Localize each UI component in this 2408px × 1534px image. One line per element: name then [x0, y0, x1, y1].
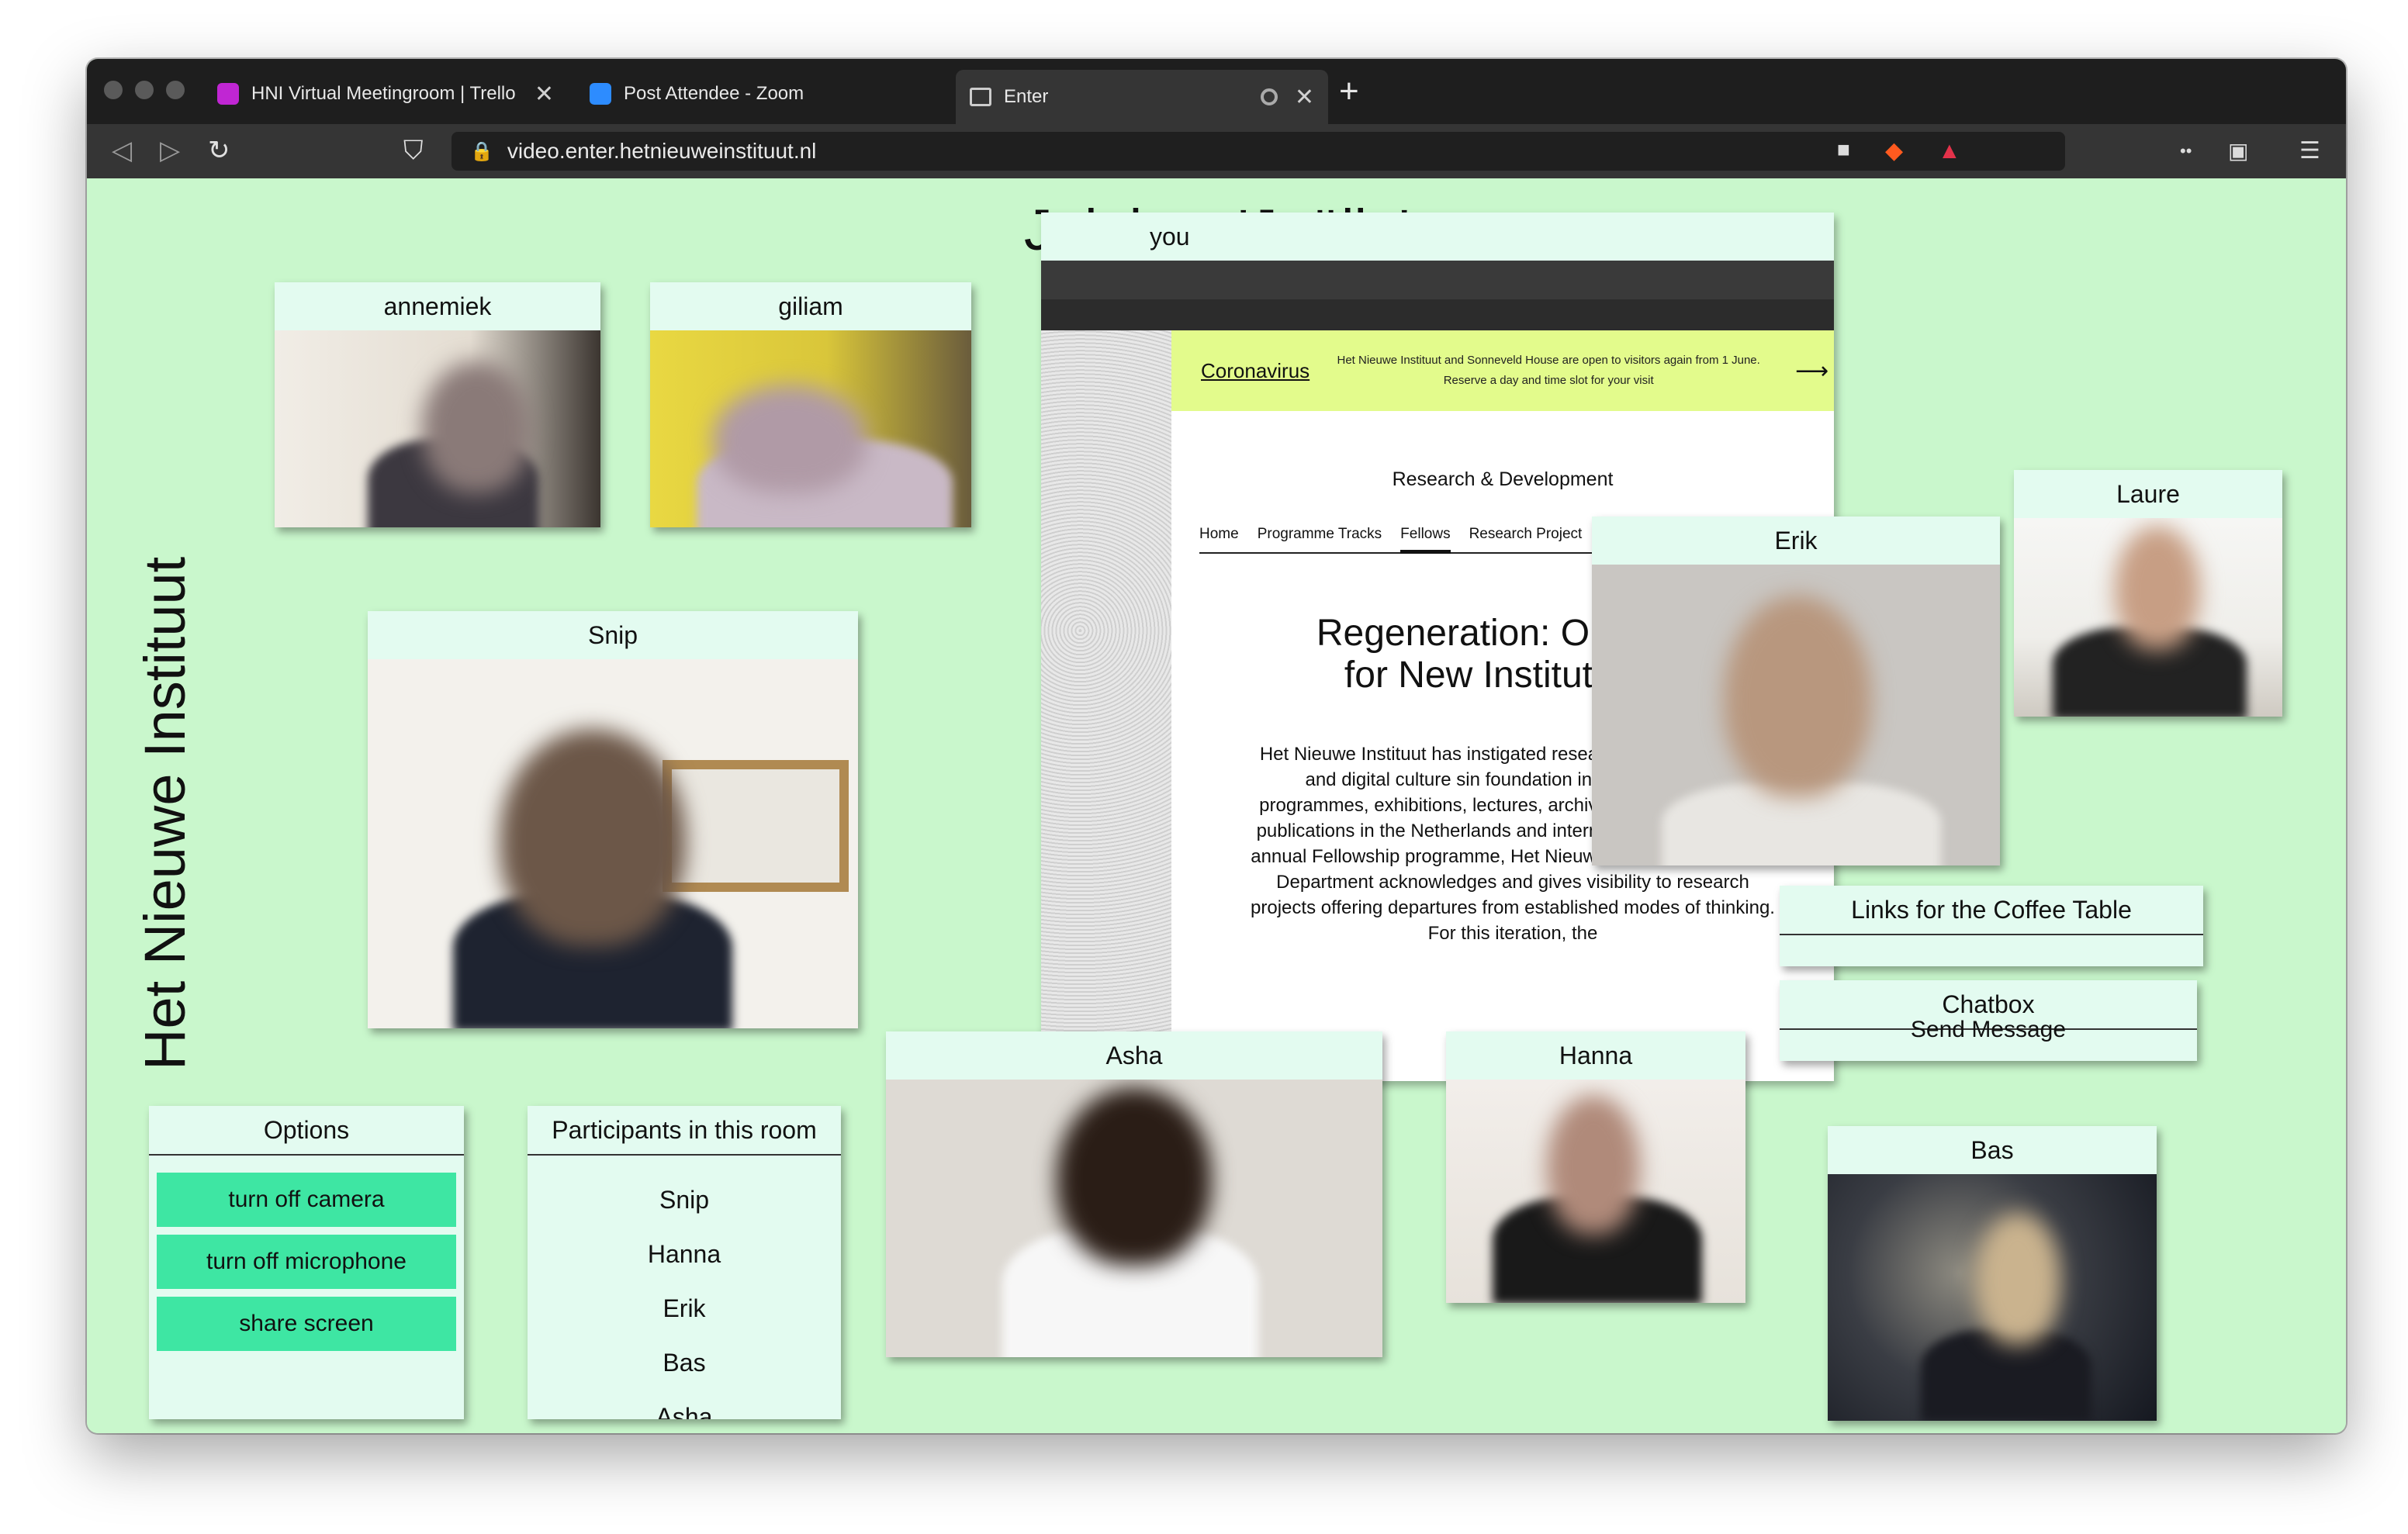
tab-label: HNI Virtual Meetingroom | Trello	[251, 83, 516, 104]
menu-icon[interactable]: ☰	[2299, 135, 2320, 168]
record-icon	[1260, 88, 1278, 105]
video-feed	[886, 1080, 1382, 1357]
tab-label: Post Attendee - Zoom	[624, 83, 804, 104]
person-shape	[1547, 1095, 1640, 1235]
zoom-icon	[590, 83, 611, 105]
minimize-window-button[interactable]	[135, 81, 154, 99]
tab-enter[interactable]: Enter ✕	[956, 70, 1328, 124]
nav-item: Home	[1199, 526, 1239, 542]
shared-browser-chrome	[1041, 261, 1834, 299]
tile-name: you	[1041, 212, 1834, 261]
video-feed	[2014, 518, 2282, 717]
zoom-window-button[interactable]	[166, 81, 185, 99]
options-panel: Options turn off camera turn off microph…	[149, 1106, 464, 1419]
tile-name: annemiek	[275, 282, 600, 330]
forward-icon[interactable]: ▷	[160, 133, 180, 168]
nav-item: Programme Tracks	[1257, 526, 1382, 542]
section-title: Research & Development	[1392, 468, 1614, 490]
send-message-button[interactable]: Send Message	[1780, 1018, 2197, 1061]
tile-name: giliam	[650, 282, 971, 330]
corona-text: Het Nieuwe Instituut and Sonneveld House…	[1337, 354, 1760, 387]
panel-title: Links for the Coffee Table	[1780, 886, 2203, 934]
person-shape	[1724, 596, 1871, 797]
corona-banner: Coronavirus Het Nieuwe Instituut and Son…	[1171, 330, 1834, 411]
video-feed	[368, 659, 858, 1028]
video-tile-hanna[interactable]: Hanna	[1446, 1031, 1745, 1303]
links-panel[interactable]: Links for the Coffee Table	[1780, 886, 2203, 966]
nav-item: Fellows	[1400, 526, 1451, 554]
video-feed	[650, 330, 971, 527]
brave-shield-icon[interactable]: ◆	[1885, 135, 1903, 168]
participants-panel: Participants in this room Snip Hanna Eri…	[528, 1106, 841, 1419]
panel-title: Options	[149, 1106, 464, 1156]
tile-name: Hanna	[1446, 1031, 1745, 1080]
site-title: Het Nieuwe Instituut	[133, 556, 197, 1070]
person-shape	[500, 729, 686, 946]
links-list	[1780, 934, 2203, 966]
video-tile-erik[interactable]: Erik	[1592, 517, 2000, 865]
video-tile-annemiek[interactable]: annemiek	[275, 282, 600, 527]
trello-icon	[217, 83, 239, 105]
video-tile-bas[interactable]: Bas	[1828, 1126, 2157, 1421]
nav-item: Research Project	[1469, 526, 1583, 542]
page-content: Joining: 'Joëlle' Het Nieuwe Instituut y…	[87, 178, 2346, 1433]
browser-window: HNI Virtual Meetingroom | Trello ✕ Post …	[87, 59, 2346, 1433]
person-shape	[2115, 526, 2200, 650]
shared-url-bar	[1041, 299, 1834, 330]
send-message-label: Send Message	[1910, 1017, 2067, 1042]
video-tile-asha[interactable]: Asha	[886, 1031, 1382, 1357]
reload-icon[interactable]: ↻	[208, 133, 230, 168]
corona-title: Coronavirus	[1201, 358, 1310, 382]
video-tile-snip[interactable]: Snip	[368, 611, 858, 1028]
new-tab-button[interactable]: +	[1339, 74, 1359, 109]
participant-item: Hanna	[647, 1240, 721, 1268]
arrow-right-icon: ⟶	[1795, 358, 1829, 384]
person-shape	[422, 361, 531, 493]
toolbar: ◁ ▷ ↻ ⛉ 🔒 video.enter.hetnieuweinstituut…	[87, 124, 2346, 178]
shared-texture	[1041, 330, 1171, 1081]
tab-label: Enter	[1004, 86, 1049, 107]
picture-frame	[663, 760, 849, 892]
close-icon[interactable]: ✕	[535, 81, 554, 108]
close-icon[interactable]: ✕	[1295, 84, 1314, 111]
microphone-toggle-button[interactable]: turn off microphone	[157, 1235, 456, 1289]
chatbox-panel[interactable]: Chatbox Send Message	[1780, 980, 2197, 1061]
camera-icon[interactable]: ■	[1837, 133, 1850, 166]
tab-bar: HNI Virtual Meetingroom | Trello ✕ Post …	[87, 59, 2346, 124]
panel-title: Participants in this room	[528, 1106, 841, 1156]
person-shape	[1975, 1213, 2060, 1345]
bookmark-icon[interactable]: ⛉	[403, 133, 424, 168]
video-tile-giliam[interactable]: giliam	[650, 282, 971, 527]
person-shape	[1057, 1087, 1212, 1266]
share-screen-button[interactable]: share screen	[157, 1297, 456, 1351]
camera-toggle-button[interactable]: turn off camera	[157, 1173, 456, 1227]
tile-name: Snip	[368, 611, 858, 659]
close-window-button[interactable]	[104, 81, 123, 99]
person-shape	[712, 385, 867, 493]
participant-item: Snip	[659, 1186, 710, 1214]
participant-item: Bas	[663, 1349, 706, 1377]
tab-trello[interactable]: HNI Virtual Meetingroom | Trello ✕	[203, 71, 568, 116]
back-icon[interactable]: ◁	[112, 133, 132, 168]
tile-name: Asha	[886, 1031, 1382, 1080]
participants-list: Snip Hanna Erik Bas Asha	[528, 1156, 841, 1419]
participant-item: Erik	[663, 1294, 706, 1322]
rewards-icon[interactable]: ▲	[1938, 135, 1961, 168]
monitor-icon	[970, 88, 991, 106]
tile-name: Laure	[2014, 470, 2282, 518]
tile-name: Erik	[1592, 517, 2000, 565]
extensions-icon[interactable]: ••	[2180, 135, 2192, 168]
address-bar[interactable]: 🔒 video.enter.hetnieuweinstituut.nl	[452, 132, 2065, 171]
video-feed	[1828, 1174, 2157, 1421]
video-tile-laure[interactable]: Laure	[2014, 470, 2282, 717]
video-feed	[1592, 565, 2000, 865]
url-text: video.enter.hetnieuweinstituut.nl	[507, 139, 817, 163]
notion-icon[interactable]: ▣	[2228, 135, 2248, 168]
participant-item: Asha	[656, 1403, 713, 1419]
video-feed	[275, 330, 600, 527]
tile-name: Bas	[1828, 1126, 2157, 1174]
video-feed	[1446, 1080, 1745, 1303]
lock-icon: 🔒	[470, 140, 493, 162]
